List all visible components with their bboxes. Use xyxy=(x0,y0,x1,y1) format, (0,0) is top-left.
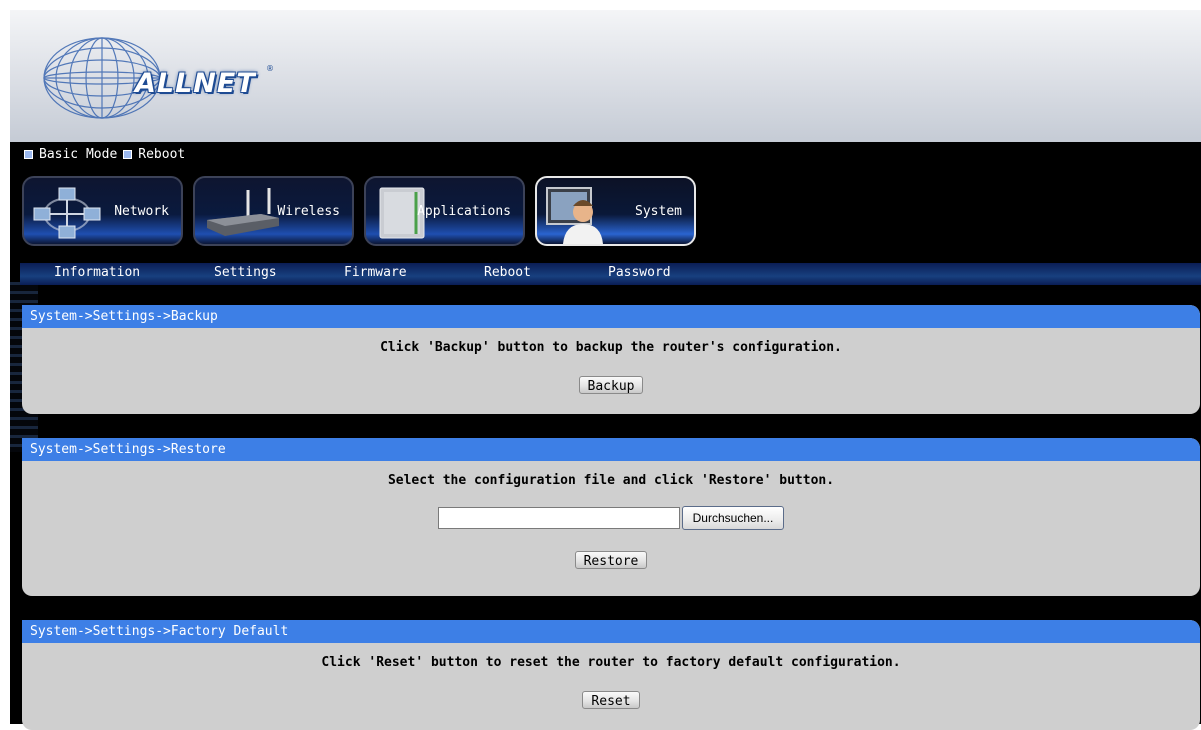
subnav-reboot[interactable]: Reboot xyxy=(484,265,531,280)
restore-panel-title: System->Settings->Restore xyxy=(22,438,1200,461)
router-icon xyxy=(207,188,279,236)
square-bullet-icon xyxy=(24,150,33,159)
factory-default-message: Click 'Reset' button to reset the router… xyxy=(321,655,901,670)
subnav-firmware[interactable]: Firmware xyxy=(344,265,407,280)
basic-mode-link[interactable]: Basic Mode xyxy=(24,147,117,162)
header-banner: ALLNET ® xyxy=(10,10,1201,142)
tab-wireless-label: Wireless xyxy=(277,204,340,219)
tab-applications-label: Applications xyxy=(417,204,511,219)
basic-mode-label: Basic Mode xyxy=(39,147,118,162)
browse-button[interactable]: Durchsuchen... xyxy=(681,506,785,530)
main-area: Basic Mode Reboot Network Wireless Appli… xyxy=(10,142,1201,730)
factory-default-panel: System->Settings->Factory Default Click … xyxy=(22,620,1200,730)
reboot-link[interactable]: Reboot xyxy=(123,147,185,162)
tab-network-label: Network xyxy=(114,204,169,219)
subnav-settings[interactable]: Settings xyxy=(214,265,277,280)
tab-applications[interactable]: Applications xyxy=(364,176,525,246)
backup-button[interactable]: Backup xyxy=(578,376,644,394)
restore-panel: System->Settings->Restore Select the con… xyxy=(22,438,1200,596)
network-icon xyxy=(33,187,101,239)
reset-button[interactable]: Reset xyxy=(582,691,640,709)
logo-text: ALLNET xyxy=(135,68,256,99)
square-bullet-icon xyxy=(123,150,133,159)
backup-message: Click 'Backup' button to backup the rout… xyxy=(380,340,842,355)
subnav-password[interactable]: Password xyxy=(608,265,671,280)
tab-system[interactable]: System xyxy=(535,176,696,246)
restore-button[interactable]: Restore xyxy=(574,551,648,569)
sub-nav: Information Settings Firmware Reboot Pas… xyxy=(20,263,1201,285)
tab-system-label: System xyxy=(635,204,682,219)
factory-default-panel-title: System->Settings->Factory Default xyxy=(22,620,1200,643)
restore-message: Select the configuration file and click … xyxy=(387,473,835,488)
backup-panel-title: System->Settings->Backup xyxy=(22,305,1200,328)
registered-mark: ® xyxy=(266,64,274,73)
config-file-input[interactable] xyxy=(437,507,680,529)
backup-panel: System->Settings->Backup Click 'Backup' … xyxy=(22,305,1200,414)
tab-wireless[interactable]: Wireless xyxy=(193,176,354,246)
top-nav: Basic Mode Reboot xyxy=(24,147,191,162)
system-user-icon xyxy=(546,187,603,244)
subnav-information[interactable]: Information xyxy=(54,265,140,280)
tab-network[interactable]: Network xyxy=(22,176,183,246)
reboot-label: Reboot xyxy=(138,147,186,162)
allnet-logo: ALLNET ® xyxy=(40,28,274,128)
